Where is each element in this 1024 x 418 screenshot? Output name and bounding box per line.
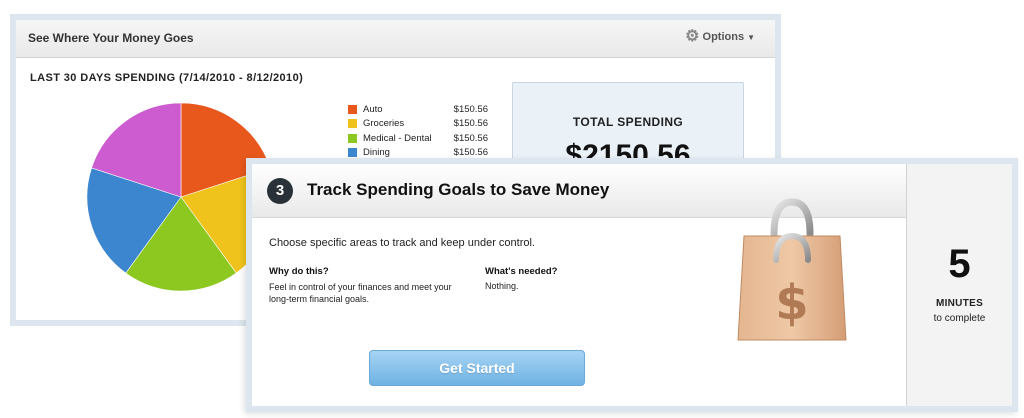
card-header: See Where Your Money Goes ⚙ Options ▼ <box>16 20 775 58</box>
legend-item: Auto $150.56 <box>348 102 488 117</box>
spending-goals-card: 3 Track Spending Goals to Save Money Cho… <box>246 158 1018 412</box>
total-spending-label: TOTAL SPENDING <box>572 115 684 129</box>
legend-amount: $150.56 <box>453 103 488 115</box>
spending-heading: LAST 30 DAYS SPENDING (7/14/2010 - 8/12/… <box>30 72 304 84</box>
time-subtext: to complete <box>933 313 986 324</box>
legend-label: Medical - Dental <box>363 132 432 144</box>
goal-card-title: Track Spending Goals to Save Money <box>307 180 610 199</box>
why-heading: Why do this? <box>269 266 329 277</box>
legend-swatch <box>348 148 357 158</box>
needed-text: Nothing. <box>485 281 519 291</box>
get-started-button[interactable]: Get Started <box>369 350 585 386</box>
svg-text:$: $ <box>775 275 808 331</box>
legend-amount: $150.56 <box>453 147 488 159</box>
money-bag-icon: $ <box>737 198 847 341</box>
card-title: See Where Your Money Goes <box>28 31 194 45</box>
gear-icon: ⚙ <box>685 28 700 45</box>
legend-swatch <box>348 133 357 143</box>
legend-label: Auto <box>363 103 383 115</box>
legend-item: Groceries $150.56 <box>348 117 488 132</box>
legend-amount: $150.56 <box>453 118 488 130</box>
options-label: Options <box>702 31 745 43</box>
needed-heading: What's needed? <box>485 266 558 277</box>
time-number: 5 <box>948 242 971 286</box>
legend-item: Medical - Dental $150.56 <box>348 131 488 146</box>
time-estimate-panel: 5 MINUTES to complete <box>906 164 1012 406</box>
legend-swatch <box>348 119 357 129</box>
legend-label: Groceries <box>363 118 405 130</box>
legend-swatch <box>348 104 357 114</box>
why-text: Feel in control of your finances and mee… <box>269 282 452 304</box>
goal-description: Choose specific areas to track and keep … <box>269 237 535 249</box>
caret-down-icon: ▼ <box>747 32 755 42</box>
legend-amount: $150.56 <box>453 132 488 144</box>
step-number-badge: 3 <box>267 178 293 204</box>
options-dropdown[interactable]: ⚙ Options ▼ <box>685 29 755 45</box>
time-unit: MINUTES <box>935 298 984 309</box>
legend-label: Dining <box>363 147 390 159</box>
